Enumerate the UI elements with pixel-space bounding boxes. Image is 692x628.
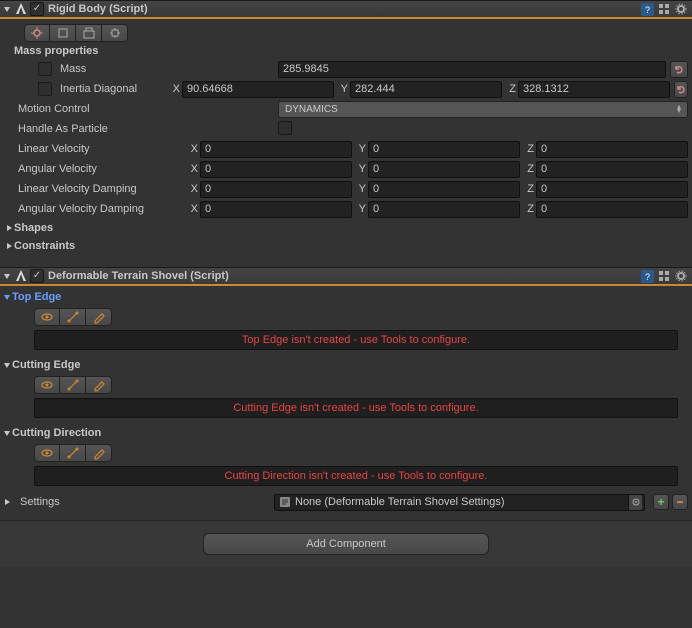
inertia-y-input[interactable]: [350, 81, 502, 98]
object-picker-icon[interactable]: [628, 495, 642, 510]
axis-x-label: X: [168, 83, 180, 95]
motion-control-label: Motion Control: [14, 103, 274, 115]
inertia-checkbox[interactable]: [38, 82, 52, 96]
mass-label: Mass: [60, 63, 86, 75]
handle-as-particle-checkbox[interactable]: [278, 121, 292, 135]
add-button[interactable]: +: [653, 494, 669, 510]
edge-tool-line-icon[interactable]: [60, 376, 86, 394]
script-asset-icon: [279, 496, 291, 508]
mass-checkbox[interactable]: [38, 62, 52, 76]
edge-tool-pencil-icon[interactable]: [86, 376, 112, 394]
ang-vel-x-input[interactable]: [200, 161, 352, 178]
edge-tool-pencil-icon[interactable]: [86, 444, 112, 462]
component-title: Rigid Body (Script): [48, 3, 640, 15]
enable-checkbox[interactable]: [30, 269, 44, 283]
preset-icon[interactable]: [657, 269, 671, 283]
inertia-z-input[interactable]: [518, 81, 670, 98]
tool-rotate-icon[interactable]: [76, 24, 102, 42]
gear-icon[interactable]: [674, 2, 688, 16]
lin-damp-x-input[interactable]: [200, 181, 352, 198]
enable-checkbox[interactable]: [30, 2, 44, 16]
edge-tool-eye-icon[interactable]: [34, 308, 60, 326]
reset-icon[interactable]: [670, 61, 688, 78]
constraints-foldout[interactable]: Constraints: [4, 237, 688, 255]
help-icon[interactable]: ?: [640, 269, 654, 283]
tool-scale-icon[interactable]: [102, 24, 128, 42]
chevron-updown-icon: ▴▾: [677, 105, 681, 113]
cutting-direction-foldout[interactable]: Cutting Direction: [2, 424, 688, 442]
top-edge-foldout[interactable]: Top Edge: [2, 288, 688, 306]
linear-velocity-label: Linear Velocity: [14, 143, 182, 155]
rigid-body-header[interactable]: Rigid Body (Script) ?: [0, 1, 692, 19]
edge-tool-eye-icon[interactable]: [34, 376, 60, 394]
foldout-icon[interactable]: [2, 4, 12, 14]
mass-properties-header: Mass properties: [14, 45, 688, 57]
cutting-edge-error: Cutting Edge isn't created - use Tools t…: [34, 398, 678, 418]
ang-vel-y-input[interactable]: [368, 161, 520, 178]
foldout-icon[interactable]: [2, 271, 12, 281]
lin-damping-label: Linear Velocity Damping: [14, 183, 182, 195]
angular-velocity-label: Angular Velocity: [14, 163, 182, 175]
top-edge-error: Top Edge isn't created - use Tools to co…: [34, 330, 678, 350]
lin-vel-x-input[interactable]: [200, 141, 352, 158]
svg-text:?: ?: [644, 5, 649, 15]
component-title: Deformable Terrain Shovel (Script): [48, 270, 640, 282]
ang-damp-z-input[interactable]: [536, 201, 688, 218]
lin-damp-z-input[interactable]: [536, 181, 688, 198]
inertia-x-input[interactable]: [182, 81, 334, 98]
script-a-icon: [14, 269, 28, 283]
shovel-header[interactable]: Deformable Terrain Shovel (Script) ?: [0, 268, 692, 286]
edge-tool-line-icon[interactable]: [60, 444, 86, 462]
tool-move-icon[interactable]: [24, 24, 50, 42]
tool-rect-icon[interactable]: [50, 24, 76, 42]
lin-vel-y-input[interactable]: [368, 141, 520, 158]
gear-icon[interactable]: [674, 269, 688, 283]
cutting-direction-error: Cutting Direction isn't created - use To…: [34, 466, 678, 486]
lin-vel-z-input[interactable]: [536, 141, 688, 158]
edge-tool-line-icon[interactable]: [60, 308, 86, 326]
inertia-label: Inertia Diagonal: [60, 83, 137, 95]
help-icon[interactable]: ?: [640, 2, 654, 16]
settings-foldout[interactable]: [2, 497, 12, 507]
axis-z-label: Z: [504, 83, 516, 95]
svg-text:?: ?: [644, 272, 649, 282]
axis-y-label: Y: [336, 83, 348, 95]
edge-tool-eye-icon[interactable]: [34, 444, 60, 462]
script-a-icon: [14, 2, 28, 16]
handle-as-particle-label: Handle As Particle: [14, 123, 274, 135]
ang-damp-x-input[interactable]: [200, 201, 352, 218]
preset-icon[interactable]: [657, 2, 671, 16]
cutting-edge-foldout[interactable]: Cutting Edge: [2, 356, 688, 374]
motion-control-dropdown[interactable]: DYNAMICS ▴▾: [278, 101, 688, 118]
mass-input[interactable]: [278, 61, 666, 78]
settings-object-field[interactable]: None (Deformable Terrain Shovel Settings…: [274, 494, 645, 511]
settings-label: Settings: [16, 496, 270, 508]
reset-icon[interactable]: [674, 81, 688, 98]
remove-button[interactable]: −: [672, 494, 688, 510]
ang-damp-y-input[interactable]: [368, 201, 520, 218]
lin-damp-y-input[interactable]: [368, 181, 520, 198]
ang-vel-z-input[interactable]: [536, 161, 688, 178]
edge-tool-pencil-icon[interactable]: [86, 308, 112, 326]
ang-damping-label: Angular Velocity Damping: [14, 203, 182, 215]
shapes-foldout[interactable]: Shapes: [4, 219, 688, 237]
add-component-button[interactable]: Add Component: [203, 533, 489, 555]
